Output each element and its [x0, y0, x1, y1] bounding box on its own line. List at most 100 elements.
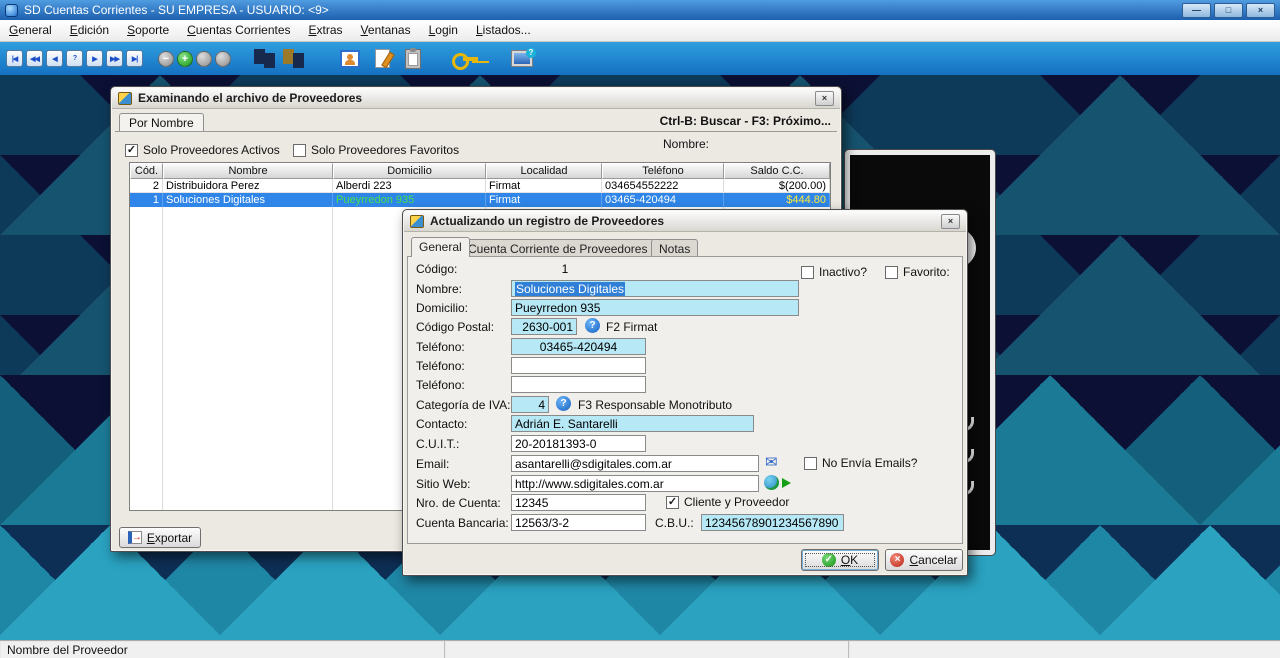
col-cod[interactable]: Cód.: [130, 163, 163, 179]
login-key-icon[interactable]: [452, 52, 480, 66]
provider-edit-title: Actualizando un registro de Proveedores: [430, 214, 664, 228]
menu-listados[interactable]: Listados...: [467, 20, 540, 41]
menu-login[interactable]: Login: [420, 20, 467, 41]
col-telefono[interactable]: Teléfono: [602, 163, 724, 179]
toolbar: |◀ ◀◀ ◀ ? ▶ ▶▶ ▶| − + ?: [0, 42, 1280, 75]
nro-cuenta-label: Nro. de Cuenta:: [416, 496, 501, 510]
statusbar: Nombre del Proveedor: [0, 640, 1280, 658]
inactivo-checkbox[interactable]: Inactivo?: [801, 265, 867, 279]
telefono1-input[interactable]: 03465-420494: [511, 338, 646, 355]
table-row[interactable]: 2 Distribuidora Perez Alberdi 223 Firmat…: [130, 179, 830, 193]
provider-edit-window: Actualizando un registro de Proveedores …: [402, 209, 968, 576]
col-domicilio[interactable]: Domicilio: [333, 163, 486, 179]
tab-por-nombre[interactable]: Por Nombre: [119, 113, 204, 132]
providers-icon[interactable]: [283, 49, 309, 69]
nav-first-button[interactable]: |◀: [6, 50, 23, 67]
checkbox-unchecked-icon: [885, 266, 898, 279]
photo-card-icon[interactable]: [340, 50, 360, 68]
nav-fast-rewind-button[interactable]: ◀◀: [26, 50, 43, 67]
email-input[interactable]: asantarelli@sdigitales.com.ar: [511, 455, 759, 472]
edit-document-icon[interactable]: [375, 49, 390, 68]
delete-record-button[interactable]: −: [158, 51, 174, 67]
screen: SD Cuentas Corrientes - SU EMPRESA - USU…: [0, 0, 1280, 658]
telefono3-input[interactable]: [511, 376, 646, 393]
provider-edit-close-button[interactable]: ×: [941, 214, 960, 229]
ok-check-icon: ✓: [822, 553, 836, 567]
search-shortcut-hint: Ctrl-B: Buscar - F3: Próximo...: [660, 114, 831, 128]
clipboard-icon[interactable]: [405, 49, 421, 69]
nro-cuenta-input[interactable]: 12345: [511, 494, 646, 511]
app-title: SD Cuentas Corrientes - SU EMPRESA - USU…: [24, 3, 329, 17]
export-button[interactable]: → Exportar: [119, 527, 201, 548]
cuit-label: C.U.I.T.:: [416, 437, 459, 451]
edit-record-button[interactable]: [196, 51, 212, 67]
providers-browser-titlebar[interactable]: Examinando el archivo de Proveedores ×: [112, 88, 840, 109]
app-titlebar[interactable]: SD Cuentas Corrientes - SU EMPRESA - USU…: [0, 0, 1280, 20]
menu-extras[interactable]: Extras: [300, 20, 352, 41]
col-saldo[interactable]: Saldo C.C.: [724, 163, 830, 179]
tab-notas[interactable]: Notas: [651, 239, 698, 257]
iva-input[interactable]: 4: [511, 396, 549, 413]
maximize-button[interactable]: □: [1214, 3, 1243, 18]
domicilio-label: Domicilio:: [416, 301, 468, 315]
codigo-postal-label: Código Postal:: [416, 320, 494, 334]
nav-last-button[interactable]: ▶|: [126, 50, 143, 67]
favorito-checkbox[interactable]: Favorito:: [885, 265, 950, 279]
contacto-input[interactable]: Adrián E. Santarelli: [511, 415, 754, 432]
table-row-selected[interactable]: 1 Soluciones Digitales Pueyrredon 935 Fi…: [130, 193, 830, 207]
cliente-proveedor-checkbox[interactable]: ✓ Cliente y Proveedor: [666, 495, 789, 509]
filter-active-checkbox[interactable]: ✓ Solo Proveedores Activos: [125, 143, 280, 157]
menubar: General Edición Soporte Cuentas Corrient…: [0, 20, 1280, 42]
cuit-input[interactable]: 20-20181393-0: [511, 435, 646, 452]
tab-general[interactable]: General: [411, 237, 470, 257]
menu-general[interactable]: General: [0, 20, 61, 41]
table-header: Cód. Nombre Domicilio Localidad Teléfono…: [130, 163, 830, 179]
go-website-arrow-icon[interactable]: [782, 478, 791, 488]
menu-ventanas[interactable]: Ventanas: [352, 20, 420, 41]
checkbox-unchecked-icon: [801, 266, 814, 279]
nav-prev-button[interactable]: ◀: [46, 50, 63, 67]
menu-soporte[interactable]: Soporte: [118, 20, 178, 41]
telefono2-input[interactable]: [511, 357, 646, 374]
post-record-button[interactable]: [215, 51, 231, 67]
add-record-button[interactable]: +: [177, 51, 193, 67]
statusbar-panel-2: [445, 641, 849, 658]
search-by-name-label: Nombre:: [663, 137, 709, 151]
support-computer-icon[interactable]: ?: [511, 50, 533, 67]
minimize-button[interactable]: —: [1182, 3, 1211, 18]
clients-icon[interactable]: [254, 49, 280, 69]
cbu-input[interactable]: 12345678901234567890: [701, 514, 844, 531]
checkbox-checked-icon: ✓: [666, 496, 679, 509]
col-localidad[interactable]: Localidad: [486, 163, 602, 179]
help-badge-icon: ?: [526, 48, 536, 58]
nav-find-button[interactable]: ?: [66, 50, 83, 67]
no-emails-checkbox[interactable]: No Envía Emails?: [804, 456, 917, 470]
filter-favorites-checkbox[interactable]: Solo Proveedores Favoritos: [293, 143, 459, 157]
checkbox-unchecked-icon: [804, 457, 817, 470]
ok-button[interactable]: ✓ OK: [801, 549, 879, 571]
iva-help-icon[interactable]: ?: [556, 396, 571, 411]
cancel-button[interactable]: × Cancelar: [885, 549, 963, 571]
cancel-x-icon: ×: [890, 553, 904, 567]
postal-hint: F2 Firmat: [606, 320, 657, 334]
codigo-postal-input[interactable]: 2630-001: [511, 318, 577, 335]
nav-fast-forward-button[interactable]: ▶▶: [106, 50, 123, 67]
sitio-web-input[interactable]: http://www.sdigitales.com.ar: [511, 475, 759, 492]
globe-icon[interactable]: [764, 475, 779, 490]
nav-next-button[interactable]: ▶: [86, 50, 103, 67]
postal-help-icon[interactable]: ?: [585, 318, 600, 333]
providers-browser-close-button[interactable]: ×: [815, 91, 834, 106]
menu-cuentas-corrientes[interactable]: Cuentas Corrientes: [178, 20, 299, 41]
nombre-input[interactable]: Soluciones Digitales: [511, 280, 799, 297]
codigo-value: 1: [553, 262, 577, 276]
close-button[interactable]: ×: [1246, 3, 1275, 18]
domicilio-input[interactable]: Pueyrredon 935: [511, 299, 799, 316]
tab-cuenta-corriente[interactable]: Cuenta Corriente de Proveedores: [460, 239, 655, 257]
send-email-icon[interactable]: ✉: [765, 455, 778, 470]
cbu-label: C.B.U.:: [655, 516, 694, 530]
contacto-label: Contacto:: [416, 417, 467, 431]
provider-edit-titlebar[interactable]: Actualizando un registro de Proveedores …: [404, 211, 966, 232]
cuenta-bancaria-input[interactable]: 12563/3-2: [511, 514, 646, 531]
col-nombre[interactable]: Nombre: [163, 163, 333, 179]
menu-edicion[interactable]: Edición: [61, 20, 118, 41]
